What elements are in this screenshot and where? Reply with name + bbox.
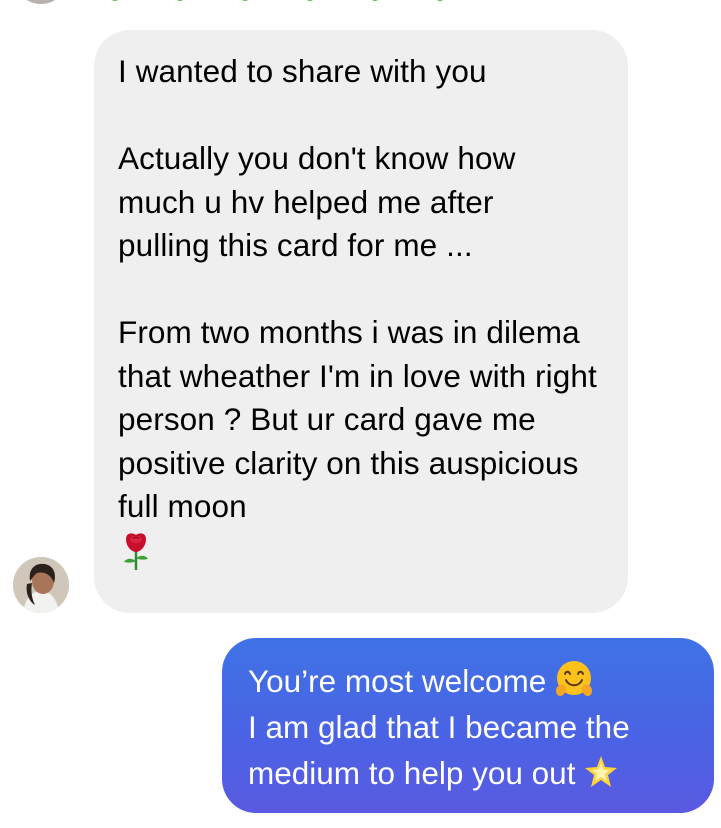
incoming-message-bubble[interactable]: I wanted to share with you Actually you …: [94, 30, 628, 613]
incoming-message-paragraph-3: From two months i was in dilema that whe…: [118, 314, 606, 524]
profile-photo-icon: [13, 557, 69, 613]
incoming-message-paragraph-2: Actually you don't know how much u hv he…: [118, 140, 525, 263]
rose-emoji-icon: [124, 532, 148, 570]
incoming-message-paragraph-1: I wanted to share with you: [118, 53, 487, 89]
outgoing-message-bubble[interactable]: You’re most welcome I am glad that I bec…: [222, 638, 714, 813]
previous-message-cutoff: [110, 0, 530, 4]
outgoing-message-line-1-text: You’re most welcome: [248, 663, 547, 699]
previous-sender-avatar[interactable]: [14, 0, 68, 4]
outgoing-message-line-1: You’re most welcome: [248, 658, 694, 704]
sender-avatar[interactable]: [13, 557, 69, 613]
glowing-star-emoji-icon: [585, 756, 618, 787]
hugging-face-emoji-icon: [556, 661, 593, 696]
chat-screen: I wanted to share with you Actually you …: [0, 0, 721, 828]
outgoing-message-line-3: medium to help you out: [248, 750, 694, 796]
outgoing-message-line-3-text: medium to help you out: [248, 755, 576, 791]
outgoing-message-line-2: I am glad that I became the: [248, 709, 630, 745]
